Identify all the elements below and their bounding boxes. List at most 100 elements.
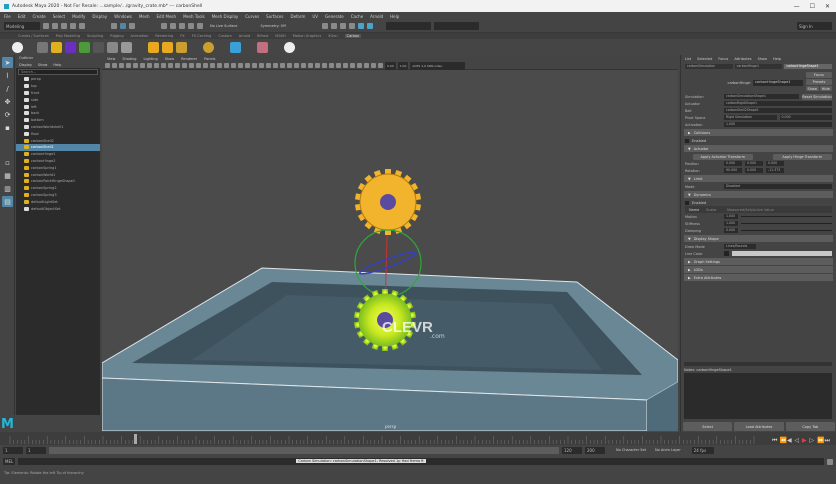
menu-generate[interactable]: Generate [325, 14, 344, 19]
show-button[interactable]: Show [806, 86, 819, 91]
range-slider[interactable] [49, 446, 559, 454]
carbon-attach-icon[interactable] [176, 41, 187, 53]
rotation-x[interactable]: 90.000 [724, 168, 742, 173]
load-attributes-button[interactable]: Load Attributes [734, 422, 784, 431]
carbon-camera-icon[interactable] [121, 41, 132, 53]
undo-icon[interactable] [70, 23, 76, 29]
fps-dropdown[interactable]: 24 fps [691, 446, 714, 454]
shelf-tab[interactable]: Rendering [155, 34, 173, 38]
select-object-icon[interactable] [120, 23, 126, 29]
viewport-tool-icon[interactable] [350, 63, 355, 68]
viewport-tool-icon[interactable] [182, 63, 187, 68]
end-time-field[interactable]: 200 [585, 446, 605, 454]
carbon-axis-icon[interactable] [79, 41, 90, 53]
menu-mesh-tools[interactable]: Mesh Tools [183, 14, 205, 19]
section-extra-attributes[interactable]: ▶ Extra Attributes [684, 274, 833, 281]
outliner-item[interactable]: carbonSpring2 [16, 185, 100, 192]
menu-uv[interactable]: UV [312, 14, 318, 19]
viewport-tool-icon[interactable] [189, 63, 194, 68]
open-scene-icon[interactable] [52, 23, 58, 29]
menu-windows[interactable]: Windows [114, 14, 132, 19]
snap-view-icon[interactable] [188, 23, 194, 29]
shelf-tab[interactable]: Sculpting [87, 34, 103, 38]
scale-tool-icon[interactable]: ▪ [2, 122, 13, 133]
viewport-tool-icon[interactable] [224, 63, 229, 68]
menu-cache[interactable]: Cache [351, 14, 363, 19]
color-swatch[interactable] [724, 251, 729, 256]
ae-field-value[interactable]: carbonShell2Shape1 [724, 108, 832, 113]
viewport-tool-icon[interactable] [196, 63, 201, 68]
outliner-item[interactable]: carbonHinge1 [16, 151, 100, 158]
dynamics-enabled-checkbox[interactable] [685, 200, 689, 205]
maximize-button[interactable]: ☐ [810, 3, 815, 10]
hypershade-icon[interactable] [357, 23, 364, 29]
outliner-item[interactable]: carbonWorld1 [16, 171, 100, 178]
outliner-menu-item[interactable]: Display [19, 63, 32, 67]
four-view-icon[interactable]: ▦ [2, 170, 13, 181]
outliner-item[interactable]: front [16, 90, 100, 97]
outliner-item[interactable]: carbonShell1 [16, 143, 100, 151]
outliner-item[interactable]: floor [16, 130, 100, 137]
ae-menu-list[interactable]: List [685, 57, 691, 61]
dynamics-value[interactable]: 1.000 [724, 221, 738, 226]
presets-button[interactable]: Presets [806, 79, 832, 85]
playback-control-icon[interactable]: ◀ [787, 437, 792, 444]
viewport-tool-icon[interactable] [105, 63, 110, 68]
section-display-shape[interactable]: ▼ Display Shape [684, 235, 833, 242]
viewport-tool-icon[interactable] [252, 63, 257, 68]
outliner-item[interactable]: carbonHinge2 [16, 158, 100, 165]
outliner-menu-item[interactable]: Help [53, 63, 61, 67]
exposure-field[interactable]: 0.00 [385, 61, 396, 70]
live-surface-label[interactable]: No Live Surface [210, 24, 237, 28]
playback-control-icon[interactable]: ▷ [810, 437, 815, 444]
time-slider[interactable]: ⏮ ⏪ ◀ ◁ ▶ ▷ ⏩ ⏭ [0, 432, 836, 445]
scene-3d[interactable]: CLEVR .com persp [102, 70, 678, 431]
ae-menu-focus[interactable]: Focus [718, 57, 728, 61]
reset-simulation-button[interactable]: Reset Simulation [802, 93, 832, 100]
carbon-cloth-icon[interactable] [51, 41, 62, 53]
viewport-tool-icon[interactable] [161, 63, 166, 68]
viewport-tool-icon[interactable] [280, 63, 285, 68]
ae-menu-show[interactable]: Show [758, 57, 767, 61]
outliner-search[interactable]: Search... [18, 69, 98, 75]
notes-textarea[interactable] [684, 373, 832, 419]
carbon-spring-icon[interactable] [162, 41, 173, 53]
menu-edit-mesh[interactable]: Edit Mesh [157, 14, 177, 19]
current-time-marker[interactable] [134, 434, 137, 444]
viewport-tool-icon[interactable] [175, 63, 180, 68]
outliner-item[interactable]: carbonSpring3 [16, 192, 100, 199]
mel-language-button[interactable]: MEL [3, 458, 16, 465]
outliner-item[interactable]: bottom [16, 117, 100, 124]
viewport-tool-icon[interactable] [168, 63, 173, 68]
carbon-settings-icon[interactable] [257, 41, 268, 53]
gear-shell-top[interactable] [354, 169, 422, 235]
section-lods[interactable]: ▶ LODs [684, 266, 833, 273]
shelf-tab[interactable]: Carbon [344, 34, 362, 38]
anim-layer[interactable]: No Anim Layer [655, 448, 681, 452]
select-hierarchy-icon[interactable] [111, 23, 117, 29]
enabled-checkbox[interactable] [685, 138, 689, 143]
lasso-tool-icon[interactable]: ⌇ [2, 70, 13, 81]
dynamics-slider[interactable] [741, 216, 832, 217]
ae-scrollbar[interactable] [684, 362, 832, 366]
menu-file[interactable]: File [4, 14, 11, 19]
gamma-field[interactable]: 1.00 [397, 61, 409, 70]
apply-hinge-transform-button[interactable]: Apply Hinge Transform [772, 153, 832, 160]
viewport-tool-icon[interactable] [357, 63, 362, 68]
outliner-item[interactable]: defaultObjectSet [16, 205, 100, 212]
input-field[interactable] [385, 22, 431, 30]
snap-surface-icon[interactable] [197, 23, 203, 29]
ae-menu-help[interactable]: Help [773, 57, 781, 61]
ae-field-value[interactable]: 1.000 [724, 122, 832, 127]
apply-actuator-transform-button[interactable]: Apply Actuator Transform [693, 153, 753, 160]
shelf-tab[interactable]: MASH [275, 34, 285, 38]
shelf-tab[interactable]: Animation [131, 34, 149, 38]
single-view-icon[interactable]: ▫ [2, 157, 13, 168]
menu-help[interactable]: Help [390, 14, 399, 19]
ae-menu-attributes[interactable]: Attributes [734, 57, 751, 61]
outliner-tab[interactable]: Outliner [19, 56, 33, 60]
dynamics-value[interactable]: 1.000 [724, 214, 738, 219]
select-tool-icon[interactable]: ➤ [2, 57, 13, 68]
viewport-tool-icon[interactable] [245, 63, 250, 68]
shelf-tab[interactable]: Bifrost [257, 34, 268, 38]
